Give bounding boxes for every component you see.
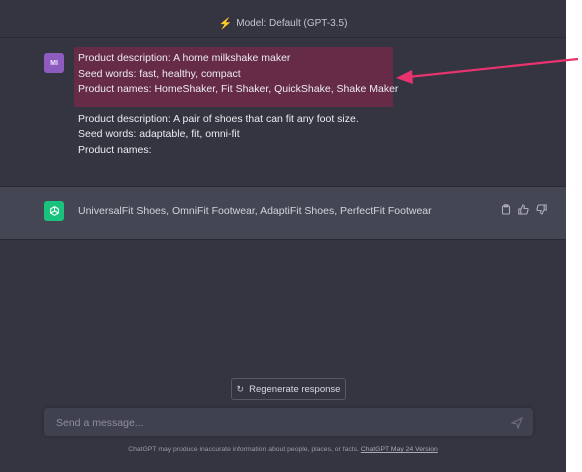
user-message: MI Product description: A home milkshake… <box>0 38 566 187</box>
thumbs-up-icon[interactable] <box>518 203 529 215</box>
example-line: Product names: HomeShaker, Fit Shaker, Q… <box>78 83 399 95</box>
query-line: Seed words: adaptable, fit, omni-fit <box>78 128 240 140</box>
user-message-text: Product description: A home milkshake ma… <box>78 51 408 158</box>
regenerate-label: Regenerate response <box>249 383 341 395</box>
example-line: Seed words: fast, healthy, compact <box>78 67 241 80</box>
message-actions <box>500 203 547 215</box>
query-line: Product description: A pair of shoes tha… <box>78 112 359 125</box>
query-line: Product names: <box>78 143 152 156</box>
message-input-container <box>44 408 533 438</box>
footer-disclaimer: ChatGPT may produce inaccurate informati… <box>0 446 566 453</box>
refresh-icon: ↻ <box>236 383 245 394</box>
version-link[interactable]: ChatGPT May 24 Version <box>361 446 438 453</box>
user-avatar: MI <box>44 53 64 73</box>
chat-app: ⚡ Model: Default (GPT-3.5) MI Product de… <box>0 0 566 472</box>
assistant-message-text: UniversalFit Shoes, OmniFit Footwear, Ad… <box>78 205 432 217</box>
lightning-icon: ⚡ <box>218 17 233 30</box>
model-label: Model: Default (GPT-3.5) <box>236 17 348 29</box>
send-icon[interactable] <box>510 416 524 430</box>
example-line: Product description: A home milkshake ma… <box>78 52 291 64</box>
chatgpt-logo-icon <box>44 201 64 221</box>
copy-icon[interactable] <box>500 203 511 215</box>
model-bar: ⚡ Model: Default (GPT-3.5) <box>0 9 566 38</box>
thumbs-down-icon[interactable] <box>536 203 547 215</box>
regenerate-response-button[interactable]: ↻ Regenerate response <box>231 378 346 400</box>
assistant-message: UniversalFit Shoes, OmniFit Footwear, Ad… <box>0 187 566 240</box>
message-input[interactable] <box>54 408 498 438</box>
disclaimer-text: ChatGPT may produce inaccurate informati… <box>128 446 361 453</box>
